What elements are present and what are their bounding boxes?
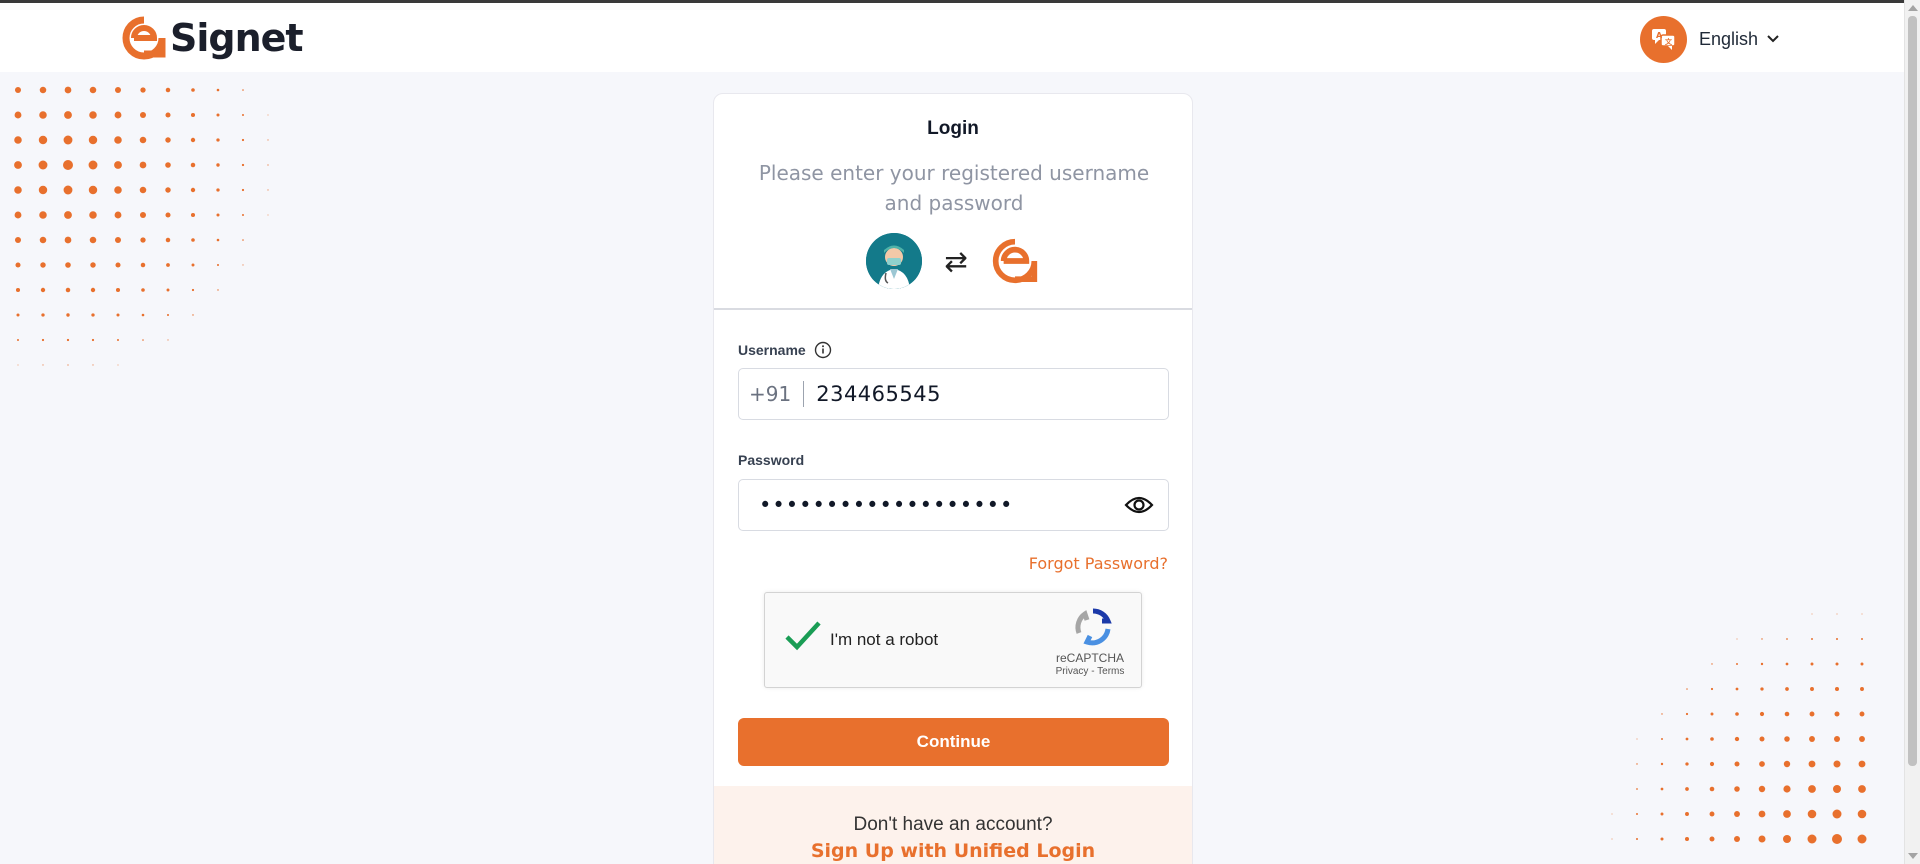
- signup-link[interactable]: Sign Up with Unified Login: [714, 840, 1192, 862]
- recaptcha-brand: reCAPTCHA: [1055, 651, 1124, 665]
- account-link-graphic: ⇄: [714, 232, 1192, 290]
- page-title: Login: [927, 118, 979, 139]
- signup-section: Don't have an account? Sign Up with Unif…: [714, 786, 1192, 864]
- checkmark-icon[interactable]: [783, 619, 823, 655]
- country-code: +91: [749, 382, 792, 406]
- recaptcha-logo-icon: [1075, 608, 1112, 646]
- eye-icon[interactable]: [1124, 494, 1154, 516]
- password-label: Password: [738, 452, 805, 468]
- recaptcha-links[interactable]: Privacy - Terms: [1035, 666, 1145, 677]
- info-icon[interactable]: [814, 341, 832, 359]
- chevron-down-icon: [1767, 35, 1779, 43]
- signet-mark-icon: [992, 238, 1037, 284]
- svg-text:文: 文: [1665, 37, 1673, 46]
- swap-icon: ⇄: [944, 244, 968, 278]
- doctor-avatar: [866, 233, 923, 289]
- scroll-thumb[interactable]: [1908, 16, 1917, 766]
- password-field[interactable]: •••••••••••••••••••: [738, 479, 1169, 531]
- scroll-up-arrow[interactable]: [1908, 5, 1918, 11]
- recaptcha-label: I'm not a robot: [830, 630, 939, 649]
- forgot-password-link[interactable]: Forgot Password?: [1029, 554, 1168, 573]
- login-subtitle: Please enter your registered username an…: [758, 161, 1150, 215]
- username-field[interactable]: +91 234465545: [738, 368, 1169, 420]
- divider: [714, 308, 1192, 310]
- recaptcha-widget: I'm not a robot reCAPTCHA Privacy - Term…: [764, 592, 1142, 688]
- password-input[interactable]: •••••••••••••••••••: [739, 493, 1124, 517]
- scroll-down-arrow[interactable]: [1908, 853, 1918, 859]
- username-label: Username: [738, 342, 806, 358]
- decorative-dots-bottom-right: [1611, 613, 1867, 844]
- continue-button[interactable]: Continue: [738, 718, 1169, 766]
- brand-logo[interactable]: Signet: [122, 16, 304, 60]
- language-icon: A 文: [1640, 15, 1687, 63]
- language-label: English: [1699, 28, 1759, 49]
- password-label-row: Password: [738, 452, 804, 468]
- header: Signet A 文 English: [0, 3, 1904, 72]
- login-card: Login Please enter your registered usern…: [713, 93, 1193, 864]
- signup-prompt: Don't have an account?: [853, 814, 1053, 835]
- brand-name: Signet: [170, 16, 304, 60]
- svg-text:A: A: [1656, 31, 1663, 40]
- language-selector[interactable]: A 文 English: [1640, 15, 1780, 63]
- scrollbar[interactable]: [1904, 0, 1920, 864]
- username-input[interactable]: 234465545: [804, 382, 941, 406]
- username-label-row: Username: [738, 341, 832, 359]
- signet-logo-icon: [122, 16, 166, 60]
- decorative-dots-top-left: [14, 86, 269, 366]
